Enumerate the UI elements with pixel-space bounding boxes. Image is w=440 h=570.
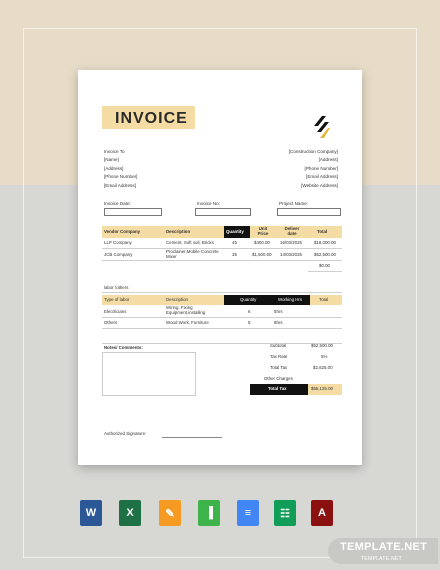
invoice-no-label: Invoice No: <box>197 201 220 206</box>
bill-to-email: [Email Address] <box>104 182 136 188</box>
excel-icon-glyph: X <box>126 507 134 519</box>
table-row: Electricians <box>104 309 127 314</box>
vendor-col-description: Description <box>166 229 191 234</box>
row-divider <box>102 292 342 293</box>
table-cell: $52,500.00 <box>314 252 336 257</box>
table-row: JCB Company <box>104 252 133 257</box>
row-divider <box>102 260 342 261</box>
table-cell: 35 <box>232 252 237 257</box>
google-sheets-icon[interactable]: ☷ <box>274 500 296 526</box>
table-cell: 14/03/2025 <box>280 252 302 257</box>
labor-col-quantity: Quantity <box>240 297 257 302</box>
row-divider <box>102 317 342 318</box>
table-cell: 6 <box>248 309 251 314</box>
subtotal-label: Subtotal <box>270 343 287 348</box>
company-name: [Construction Company] <box>288 149 338 154</box>
brand-watermark: TEMPLATE.NET <box>361 556 403 562</box>
section-divider <box>102 343 342 344</box>
pdf-icon[interactable]: A <box>311 500 333 526</box>
labor-col-type: Type of labor <box>104 297 130 302</box>
pages-icon-glyph: ✎ <box>165 507 175 520</box>
bill-to-address: [Address] <box>104 165 124 171</box>
total-tax-label: Total Tax <box>270 365 288 370</box>
grand-total-value: $55,125.00 <box>311 386 333 391</box>
numbers-icon[interactable]: ▐ <box>198 500 220 526</box>
tax-rate-label: Tax Rate <box>270 354 288 359</box>
labor-col-total: Total <box>319 297 329 302</box>
company-phone: [Phone Number] <box>304 165 338 171</box>
google-sheets-icon-glyph: ☷ <box>280 507 290 520</box>
table-cell: 8hrs <box>274 320 283 325</box>
signature-label: Authorized Signature: <box>104 431 147 436</box>
table-cell: 16/03/2025 <box>280 240 302 245</box>
vendor-col-deliver-date: Deliver date <box>284 226 300 236</box>
labor-section-title: labor /others <box>104 285 129 290</box>
subtotal-value: $52,500.00 <box>311 343 333 348</box>
table-cell: Cement, Soft soil, Bricks <box>166 240 214 245</box>
labor-col-description: Description <box>166 297 188 302</box>
total-tax-value: $2,625.00 <box>313 365 333 370</box>
excel-icon[interactable]: X <box>119 500 141 526</box>
vendor-col-total: Total <box>317 229 328 234</box>
company-address: [Address] <box>318 157 338 163</box>
table-cell: $1,500.00 <box>252 252 272 257</box>
row-divider <box>102 248 342 249</box>
invoice-document: INVOICE Invoice To [Name] [Address] [Pho… <box>78 70 362 465</box>
invoice-date-label: Invoice Date: <box>104 201 131 206</box>
word-icon-glyph: W <box>85 507 97 519</box>
row-divider <box>308 271 342 272</box>
company-email: [Email Address] <box>306 174 338 180</box>
vendor-col-unit-price: Unit Price <box>257 226 269 236</box>
vendor-subtotal: $0.00 <box>319 263 330 268</box>
tax-rate-value: 5% <box>321 354 328 359</box>
table-cell: Wood Work, Furniture <box>166 320 209 325</box>
labor-col-hours: Working Hrs <box>278 297 303 302</box>
signature-line[interactable] <box>162 437 222 438</box>
table-row: LLP Company <box>104 240 132 245</box>
table-cell: $400.00 <box>254 240 270 245</box>
bill-to-name: [Name] <box>104 157 119 163</box>
bill-to-block: Invoice To [Name] [Address] [Phone Numbe… <box>104 148 137 190</box>
word-icon[interactable]: W <box>80 500 102 526</box>
vendor-col-quantity: Quantity <box>226 229 244 234</box>
notes-label: Notes/ Comments: <box>104 345 143 350</box>
row-divider <box>102 328 342 329</box>
table-cell: 5 <box>248 320 251 325</box>
table-cell: Wiring, Fixing Equipment,installing <box>166 305 206 315</box>
other-charges-label: Other Charges <box>264 376 293 381</box>
company-website: [Website Address] <box>301 182 338 188</box>
company-logo-icon <box>314 116 330 138</box>
project-name-label: Project Name: <box>279 201 309 206</box>
invoice-no-field[interactable] <box>195 208 251 216</box>
pages-icon[interactable]: ✎ <box>159 500 181 526</box>
grand-total-label: Total Tax <box>268 386 287 391</box>
invoice-title: INVOICE <box>115 110 188 127</box>
table-cell: 5hrs <box>274 309 283 314</box>
bill-to-phone: [Phone Number] <box>104 174 138 180</box>
table-cell: Proclainer,Mobile Concrete Mixer <box>166 249 219 259</box>
project-name-field[interactable] <box>277 208 341 216</box>
pdf-icon-glyph: A <box>318 507 326 519</box>
numbers-icon-glyph: ▐ <box>205 507 213 519</box>
invoice-date-field[interactable] <box>104 208 162 216</box>
company-block: [Construction Company] [Address] [Phone … <box>289 148 338 190</box>
brand-name: TEMPLATE.NET <box>340 541 428 553</box>
google-docs-icon-glyph: ≡ <box>244 507 252 519</box>
vendor-col-company: Vendor Company <box>104 229 141 234</box>
table-cell: $18,000.00 <box>314 240 336 245</box>
google-docs-icon[interactable]: ≡ <box>237 500 259 526</box>
table-cell: 45 <box>232 240 237 245</box>
notes-box[interactable] <box>102 352 196 396</box>
table-row: Others <box>104 320 118 325</box>
bill-to-heading: Invoice To <box>104 149 125 154</box>
